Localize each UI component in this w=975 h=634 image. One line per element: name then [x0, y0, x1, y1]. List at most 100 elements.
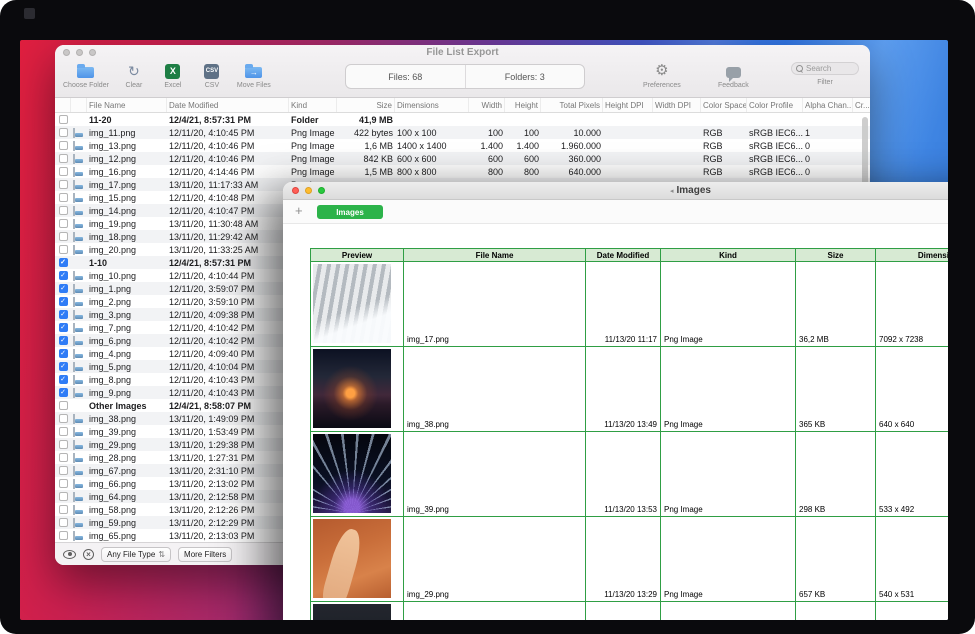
row-checkbox[interactable]: ✓: [59, 284, 68, 293]
cell-date-modified: 13/11/20, 2:12:26 PM: [167, 505, 289, 515]
cell-size: 365 KB: [796, 347, 876, 432]
move-files-button[interactable]: → Move Files: [237, 62, 271, 89]
clear-filter-icon[interactable]: ×: [83, 549, 94, 560]
file-type-icon: [73, 440, 75, 450]
column-header[interactable]: Alpha Chan...: [803, 98, 853, 112]
file-type-icon: [73, 245, 75, 255]
row-checkbox[interactable]: [59, 466, 68, 475]
cell-date-modified: 13/11/20, 1:53:49 PM: [167, 427, 289, 437]
preview-title-bar[interactable]: ◂ Images: [283, 182, 948, 200]
row-checkbox[interactable]: ✓: [59, 258, 68, 267]
column-header[interactable]: Height DPI: [603, 98, 653, 112]
preview-column-header[interactable]: File Name: [404, 249, 586, 262]
row-checkbox[interactable]: [59, 414, 68, 423]
row-checkbox[interactable]: [59, 219, 68, 228]
row-checkbox[interactable]: [59, 453, 68, 462]
row-checkbox[interactable]: [59, 245, 68, 254]
column-header[interactable]: Kind: [289, 98, 337, 112]
preview-column-header[interactable]: Size: [796, 249, 876, 262]
cell-color-profile: sRGB IEC6...: [747, 167, 803, 177]
eye-icon[interactable]: [63, 550, 76, 559]
preview-column-header[interactable]: Dimensions: [876, 249, 948, 262]
preview-column-header[interactable]: Date Modified: [586, 249, 661, 262]
search-field[interactable]: [791, 62, 859, 75]
file-type-icon: [73, 466, 75, 476]
file-type-icon: [73, 284, 75, 294]
row-checkbox[interactable]: ✓: [59, 310, 68, 319]
column-header[interactable]: Height: [505, 98, 541, 112]
row-checkbox[interactable]: [59, 518, 68, 527]
disclosure-icon[interactable]: ◂: [670, 187, 674, 195]
preferences-button[interactable]: ⚙ Preferences: [643, 62, 681, 89]
cell-size: 842 KB: [337, 154, 395, 164]
column-header[interactable]: Width: [469, 98, 505, 112]
row-checkbox[interactable]: [59, 531, 68, 540]
cell-file-name: img_20.png: [87, 245, 167, 255]
row-checkbox[interactable]: [59, 167, 68, 176]
table-row[interactable]: img_11.png 12/11/20, 4:10:45 PM Png Imag…: [55, 126, 870, 139]
preview-column-header[interactable]: Preview: [311, 249, 404, 262]
column-header[interactable]: Color Profile: [747, 98, 803, 112]
row-checkbox[interactable]: [59, 154, 68, 163]
more-filters-button[interactable]: More Filters: [178, 547, 232, 562]
row-checkbox[interactable]: [59, 128, 68, 137]
row-checkbox[interactable]: [59, 115, 68, 124]
row-checkbox[interactable]: [59, 206, 68, 215]
row-checkbox[interactable]: [59, 505, 68, 514]
cell-file-name: img_19.png: [87, 219, 167, 229]
search-input[interactable]: [806, 64, 854, 73]
column-header[interactable]: Color Space: [701, 98, 747, 112]
window-header: File List Export Choose Folder ↻ Clear: [55, 45, 870, 98]
column-header[interactable]: Dimensions: [395, 98, 469, 112]
feedback-button[interactable]: Feedback: [718, 62, 749, 89]
row-checkbox[interactable]: [59, 180, 68, 189]
column-header[interactable]: Size: [337, 98, 395, 112]
close-button[interactable]: [292, 187, 299, 194]
row-checkbox[interactable]: ✓: [59, 388, 68, 397]
column-header[interactable]: Date Modified: [167, 98, 289, 112]
cell-file-name: img_1.png: [87, 284, 167, 294]
close-button[interactable]: [63, 49, 70, 56]
clear-button[interactable]: ↻ Clear: [120, 62, 148, 89]
table-row[interactable]: img_16.png 12/11/20, 4:14:46 PM Png Imag…: [55, 165, 870, 178]
column-header[interactable]: Cr...: [853, 98, 870, 112]
row-checkbox[interactable]: ✓: [59, 375, 68, 384]
file-type-dropdown-value: Any File Type: [107, 550, 155, 559]
cell-file-name: img_17.png: [87, 180, 167, 190]
cell-dims: 540 x 531: [876, 517, 948, 602]
table-row[interactable]: 11-20 12/4/21, 8:57:31 PM Folder 41,9 MB: [55, 113, 870, 126]
row-checkbox[interactable]: ✓: [59, 271, 68, 280]
sheet-tab-images[interactable]: Images: [317, 205, 383, 219]
row-checkbox[interactable]: ✓: [59, 323, 68, 332]
row-checkbox[interactable]: [59, 401, 68, 410]
zoom-button[interactable]: [318, 187, 325, 194]
row-checkbox[interactable]: ✓: [59, 297, 68, 306]
row-checkbox[interactable]: [59, 440, 68, 449]
cell-total-pixels: 1.960.000: [541, 141, 603, 151]
column-header[interactable]: Width DPI: [653, 98, 701, 112]
minimize-button[interactable]: [76, 49, 83, 56]
row-checkbox[interactable]: ✓: [59, 362, 68, 371]
zoom-button[interactable]: [89, 49, 96, 56]
file-type-dropdown[interactable]: Any File Type ⇅: [101, 547, 171, 562]
table-row[interactable]: img_12.png 12/11/20, 4:10:46 PM Png Imag…: [55, 152, 870, 165]
row-checkbox[interactable]: ✓: [59, 336, 68, 345]
row-checkbox[interactable]: [59, 232, 68, 241]
row-checkbox[interactable]: [59, 492, 68, 501]
add-sheet-button[interactable]: +: [295, 203, 303, 219]
row-checkbox[interactable]: ✓: [59, 349, 68, 358]
title-bar[interactable]: File List Export: [55, 45, 870, 60]
row-checkbox[interactable]: [59, 427, 68, 436]
excel-export-button[interactable]: X Excel: [159, 62, 187, 89]
csv-export-button[interactable]: CSV CSV: [198, 62, 226, 89]
cell-size: 1,5 MB: [337, 167, 395, 177]
row-checkbox[interactable]: [59, 141, 68, 150]
row-checkbox[interactable]: [59, 193, 68, 202]
table-row[interactable]: img_13.png 12/11/20, 4:10:46 PM Png Imag…: [55, 139, 870, 152]
column-header[interactable]: File Name: [87, 98, 167, 112]
column-header[interactable]: Total Pixels: [541, 98, 603, 112]
row-checkbox[interactable]: [59, 479, 68, 488]
minimize-button[interactable]: [305, 187, 312, 194]
choose-folder-button[interactable]: Choose Folder: [63, 62, 109, 89]
preview-column-header[interactable]: Kind: [661, 249, 796, 262]
